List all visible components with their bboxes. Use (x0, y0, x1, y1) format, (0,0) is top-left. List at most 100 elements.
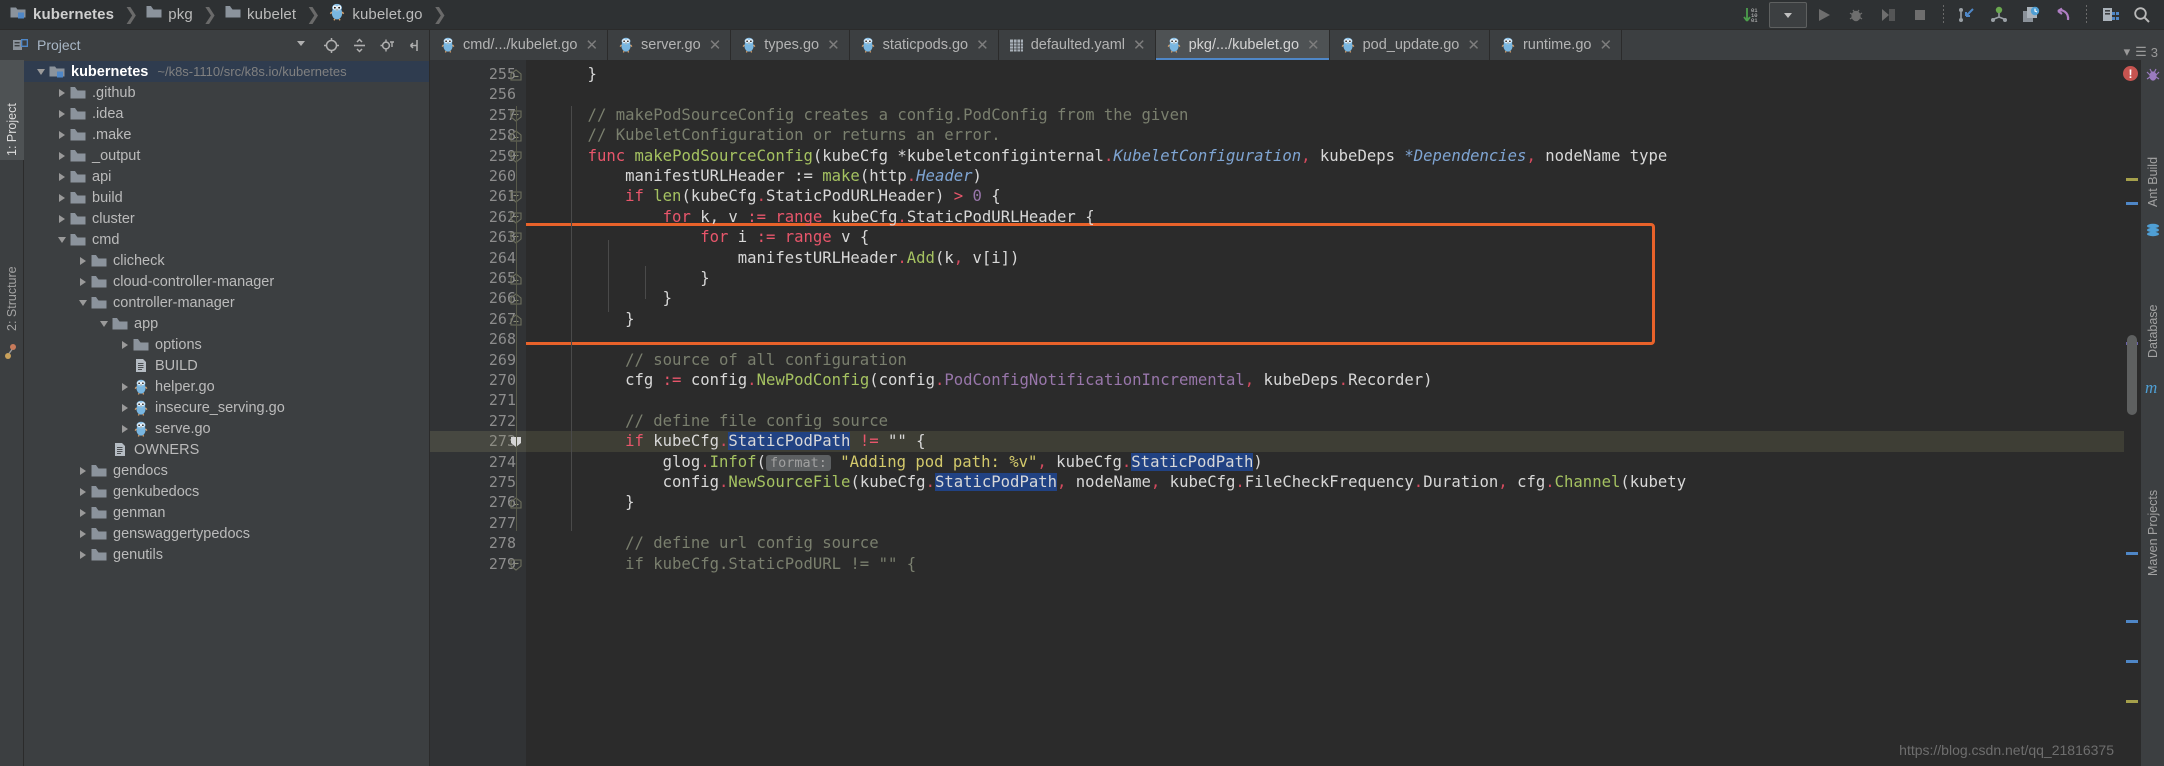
tree-item-serve-go[interactable]: serve.go (24, 418, 429, 439)
sidebar-item-project[interactable]: 1: Project (0, 60, 24, 160)
breadcrumb-item-kubernetes[interactable]: kubernetes (8, 3, 116, 27)
editor-tab-defaulted-yaml[interactable]: defaulted.yaml ✕ (998, 30, 1156, 60)
close-icon[interactable]: ✕ (1467, 38, 1480, 53)
code-line[interactable]: // makePodSourceConfig creates a config.… (526, 105, 1189, 125)
code-line[interactable]: if len(kubeCfg.StaticPodURLHeader) > 0 { (526, 186, 1001, 206)
breadcrumb-item-pkg[interactable]: pkg (144, 3, 195, 27)
breadcrumb-item-kubelet[interactable]: kubelet (223, 3, 298, 27)
code-line[interactable]: manifestURLHeader := make(http.Header) (526, 166, 982, 186)
close-icon[interactable]: ✕ (1307, 38, 1320, 53)
editor-tab-pod-update-go[interactable]: pod_update.go ✕ (1329, 30, 1490, 60)
code-fold-marker[interactable] (510, 558, 522, 571)
error-stripe-mark[interactable] (2126, 178, 2138, 181)
tree-item--make[interactable]: .make (24, 124, 429, 145)
sidebar-item-maven[interactable]: Maven Projects (2141, 400, 2164, 580)
code-line[interactable]: // source of all configuration (526, 350, 907, 370)
tree-item-genman[interactable]: genman (24, 502, 429, 523)
close-icon[interactable]: ✕ (585, 38, 598, 53)
coverage-icon[interactable] (1873, 2, 1903, 28)
expand-arrow-icon[interactable] (118, 355, 132, 376)
code-line[interactable]: // define file config source (526, 411, 888, 431)
collapse-all-icon[interactable] (346, 33, 372, 57)
editor-tab-cmd-----kubelet-go[interactable]: cmd/.../kubelet.go ✕ (430, 30, 609, 60)
tree-item-insecure-serving-go[interactable]: insecure_serving.go (24, 397, 429, 418)
tree-item-genswaggertypedocs[interactable]: genswaggertypedocs (24, 523, 429, 544)
tree-item-app[interactable]: app (24, 313, 429, 334)
close-icon[interactable]: ✕ (976, 38, 989, 53)
tree-item-controller-manager[interactable]: controller-manager (24, 292, 429, 313)
close-icon[interactable]: ✕ (827, 38, 840, 53)
expand-arrow-icon[interactable] (76, 292, 90, 313)
expand-arrow-icon[interactable] (118, 397, 132, 418)
expand-arrow-icon[interactable] (76, 460, 90, 481)
sidebar-item-database[interactable]: Database (2141, 242, 2164, 362)
error-stripe-mark[interactable] (2126, 620, 2138, 623)
expand-arrow-icon[interactable] (76, 271, 90, 292)
code-line[interactable]: manifestURLHeader.Add(k, v[i]) (526, 248, 1020, 268)
tree-item-root[interactable]: kubernetes ~/k8s-1110/src/k8s.io/kubernet… (24, 61, 429, 82)
code-line[interactable]: } (526, 64, 597, 84)
code-line[interactable] (526, 390, 550, 410)
tree-item-genkubedocs[interactable]: genkubedocs (24, 481, 429, 502)
code-line[interactable]: } (526, 268, 709, 288)
expand-arrow-icon[interactable] (55, 103, 69, 124)
tree-item-cloud-controller-manager[interactable]: cloud-controller-manager (24, 271, 429, 292)
editor-scrollbar-thumb[interactable] (2127, 335, 2137, 415)
settings-gear-icon[interactable] (374, 33, 400, 57)
code-line[interactable]: for k, v := range kubeCfg.StaticPodURLHe… (526, 207, 1095, 227)
project-tree[interactable]: kubernetes ~/k8s-1110/src/k8s.io/kubernet… (24, 60, 430, 766)
tree-item-helper-go[interactable]: helper.go (24, 376, 429, 397)
error-stripe-mark[interactable] (2126, 700, 2138, 703)
expand-arrow-icon[interactable] (55, 145, 69, 166)
expand-arrow-icon[interactable] (55, 124, 69, 145)
error-stripe-scrollbar[interactable]: ! (2123, 60, 2140, 766)
tree-item-owners[interactable]: OWNERS (24, 439, 429, 460)
vcs-commit-icon[interactable] (1984, 2, 2014, 28)
vcs-history-icon[interactable] (2016, 2, 2046, 28)
code-line[interactable]: config.NewSourceFile(kubeCfg.StaticPodPa… (526, 472, 1686, 492)
code-editor[interactable]: 255 256 257 258 259 260 261 262 263 264 265 266 267 2… (430, 60, 2140, 766)
hide-panel-icon[interactable] (402, 33, 428, 57)
tree-item-build[interactable]: BUILD (24, 355, 429, 376)
sidebar-item-ant-build[interactable]: Ant Build (2141, 86, 2164, 211)
run-icon[interactable] (1809, 2, 1839, 28)
code-line[interactable]: if kubeCfg.StaticPodURL != "" { (526, 554, 916, 574)
run-configuration-dropdown[interactable] (1769, 1, 1807, 28)
tabs-overflow[interactable]: ▾ ☰ 3 (2124, 44, 2164, 60)
tree-item--idea[interactable]: .idea (24, 103, 429, 124)
editor-tab-server-go[interactable]: server.go ✕ (608, 30, 732, 60)
tree-item-gendocs[interactable]: gendocs (24, 460, 429, 481)
editor-tab-types-go[interactable]: types.go ✕ (731, 30, 850, 60)
code-line[interactable]: } (526, 492, 634, 512)
code-line[interactable] (526, 329, 550, 349)
stop-icon[interactable] (1905, 2, 1935, 28)
locate-icon[interactable] (318, 33, 344, 57)
editor-tab-staticpods-go[interactable]: staticpods.go ✕ (849, 30, 999, 60)
error-stripe-mark[interactable] (2126, 552, 2138, 555)
close-icon[interactable]: ✕ (1599, 38, 1612, 53)
expand-arrow-icon[interactable] (118, 334, 132, 355)
tree-item-cluster[interactable]: cluster (24, 208, 429, 229)
chevron-down-icon[interactable]: ▾ (2124, 44, 2131, 60)
code-line[interactable]: } (526, 288, 672, 308)
expand-arrow-icon[interactable] (76, 481, 90, 502)
expand-arrow-icon[interactable] (76, 523, 90, 544)
sidebar-item-structure[interactable]: 2: Structure (0, 205, 24, 335)
breadcrumb-item-kubelet-go[interactable]: kubelet.go (326, 3, 424, 27)
expand-arrow-icon[interactable] (55, 229, 69, 250)
close-icon[interactable]: ✕ (1133, 38, 1146, 53)
binary-compare-icon[interactable]: 01 10 01 (1737, 2, 1767, 28)
error-stripe-mark[interactable] (2126, 660, 2138, 663)
expand-arrow-icon[interactable] (55, 166, 69, 187)
expand-arrow-icon[interactable] (97, 439, 111, 460)
expand-arrow-icon[interactable] (34, 61, 48, 82)
tree-item-clicheck[interactable]: clicheck (24, 250, 429, 271)
vcs-update-icon[interactable] (1952, 2, 1982, 28)
expand-arrow-icon[interactable] (97, 313, 111, 334)
editor-tab-runtime-go[interactable]: runtime.go ✕ (1489, 30, 1623, 60)
tree-item--output[interactable]: _output (24, 145, 429, 166)
close-icon[interactable]: ✕ (709, 38, 722, 53)
code-line[interactable]: } (526, 309, 634, 329)
expand-arrow-icon[interactable] (76, 250, 90, 271)
expand-arrow-icon[interactable] (55, 187, 69, 208)
